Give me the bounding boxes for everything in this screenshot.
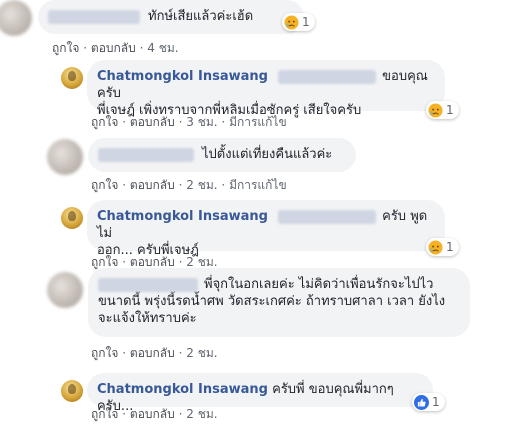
timestamp[interactable]: 4 ชม. xyxy=(147,41,178,55)
blurred-tag xyxy=(278,69,377,84)
avatar[interactable] xyxy=(0,0,32,36)
reply-link[interactable]: ตอบกลับ xyxy=(130,178,175,192)
separator: · xyxy=(178,115,183,129)
reaction-count[interactable]: 1 xyxy=(426,238,459,256)
comment-actions: ถูกใจ · ตอบกลับ · 2 ชม. · มีการแก้ไข xyxy=(91,176,287,195)
timestamp[interactable]: 3 ชม. xyxy=(186,115,217,129)
timestamp[interactable]: 2 ชม. xyxy=(186,178,217,192)
reply-link[interactable]: ตอบกลับ xyxy=(130,407,175,421)
separator: · xyxy=(122,115,127,129)
comment-actions: ถูกใจ · ตอบกลับ · 3 ชม. · มีการแก้ไข xyxy=(91,113,287,132)
separator: · xyxy=(122,255,127,269)
comment-text: พี่จุกในอกเลยค่ะ ไม่คิดว่าเพื่อนรักจะไปไ… xyxy=(204,277,434,292)
author-name[interactable]: Chatmongkol Insawang xyxy=(97,209,268,224)
comment-bubble: พี่จุกในอกเลยค่ะ ไม่คิดว่าเพื่อนรักจะไปไ… xyxy=(88,268,470,337)
separator: · xyxy=(221,115,226,129)
comment-text: จะแจ้งให้ทราบค่ะ xyxy=(98,311,197,326)
sad-emoji-icon xyxy=(428,239,443,255)
like-link[interactable]: ถูกใจ xyxy=(91,115,118,129)
comment-bubble: Chatmongkol Insawang ขอบคุณครับ พี่เจษฎ์… xyxy=(87,60,445,118)
timestamp[interactable]: 2 ชม. xyxy=(186,346,217,360)
comment-text: ขนาดนี้ พรุ่งนี้รดน้ำศพ วัดสระเกศค่ะ ถ้า… xyxy=(98,294,446,309)
reaction-count-label: 1 xyxy=(446,240,454,254)
separator: · xyxy=(178,255,183,269)
separator: · xyxy=(122,178,127,192)
separator: · xyxy=(178,178,183,192)
like-link[interactable]: ถูกใจ xyxy=(91,407,118,421)
separator: · xyxy=(178,346,183,360)
comment-bubble: ไปตั้งแต่เที่ยงคืนแล้วค่ะ xyxy=(88,138,356,172)
like-link[interactable]: ถูกใจ xyxy=(91,346,118,360)
separator: · xyxy=(83,41,88,55)
edited-link[interactable]: มีการแก้ไข xyxy=(229,115,287,129)
reply-link[interactable]: ตอบกลับ xyxy=(130,346,175,360)
separator: · xyxy=(122,346,127,360)
separator: · xyxy=(139,41,144,55)
reaction-count-label: 1 xyxy=(432,395,440,409)
avatar[interactable] xyxy=(61,67,83,89)
separator: · xyxy=(178,407,183,421)
like-link[interactable]: ถูกใจ xyxy=(91,178,118,192)
blurred-name xyxy=(98,147,194,162)
author-name[interactable]: Chatmongkol Insawang xyxy=(97,382,268,397)
reply-link[interactable]: ตอบกลับ xyxy=(130,115,175,129)
comment-text: ทักษ์เสียแล้วค่ะเฮ้ด xyxy=(148,9,254,24)
comment-bubble: Chatmongkol Insawang ครับ พูดไม่ ออก... … xyxy=(87,200,445,258)
reaction-count[interactable]: 1 xyxy=(426,101,459,119)
comment-bubble: Chatmongkol Insawang ครับพี่ ขอบคุณพี่มา… xyxy=(87,373,433,414)
avatar[interactable] xyxy=(61,207,83,229)
separator: · xyxy=(122,407,127,421)
reaction-count[interactable]: 1 xyxy=(282,13,315,31)
reply-link[interactable]: ตอบกลับ xyxy=(91,41,136,55)
blurred-tag xyxy=(278,209,377,224)
separator: · xyxy=(221,178,226,192)
comment-actions: ถูกใจ · ตอบกลับ · 4 ชม. xyxy=(52,39,179,58)
timestamp[interactable]: 2 ชม. xyxy=(186,407,217,421)
author-name[interactable]: Chatmongkol Insawang xyxy=(97,69,268,84)
comment-bubble: ทักษ์เสียแล้วค่ะเฮ้ด xyxy=(38,0,304,34)
reaction-count-label: 1 xyxy=(446,103,454,117)
like-link[interactable]: ถูกใจ xyxy=(52,41,79,55)
avatar[interactable] xyxy=(47,272,83,308)
like-thumb-icon xyxy=(414,394,429,410)
like-link[interactable]: ถูกใจ xyxy=(91,255,118,269)
reply-link[interactable]: ตอบกลับ xyxy=(130,255,175,269)
comment-actions: ถูกใจ · ตอบกลับ · 2 ชม. xyxy=(91,405,218,424)
avatar[interactable] xyxy=(61,380,83,402)
comment-text: ไปตั้งแต่เที่ยงคืนแล้วค่ะ xyxy=(202,147,333,162)
reaction-count-label: 1 xyxy=(302,15,310,29)
blurred-name xyxy=(48,9,140,24)
sad-emoji-icon xyxy=(428,102,443,118)
comment-actions: ถูกใจ · ตอบกลับ · 2 ชม. xyxy=(91,344,218,363)
timestamp[interactable]: 2 ชม. xyxy=(186,255,217,269)
avatar[interactable] xyxy=(47,139,83,175)
sad-emoji-icon xyxy=(284,14,299,30)
blurred-name xyxy=(98,277,198,292)
edited-link[interactable]: มีการแก้ไข xyxy=(229,178,287,192)
reaction-count[interactable]: 1 xyxy=(412,393,445,411)
